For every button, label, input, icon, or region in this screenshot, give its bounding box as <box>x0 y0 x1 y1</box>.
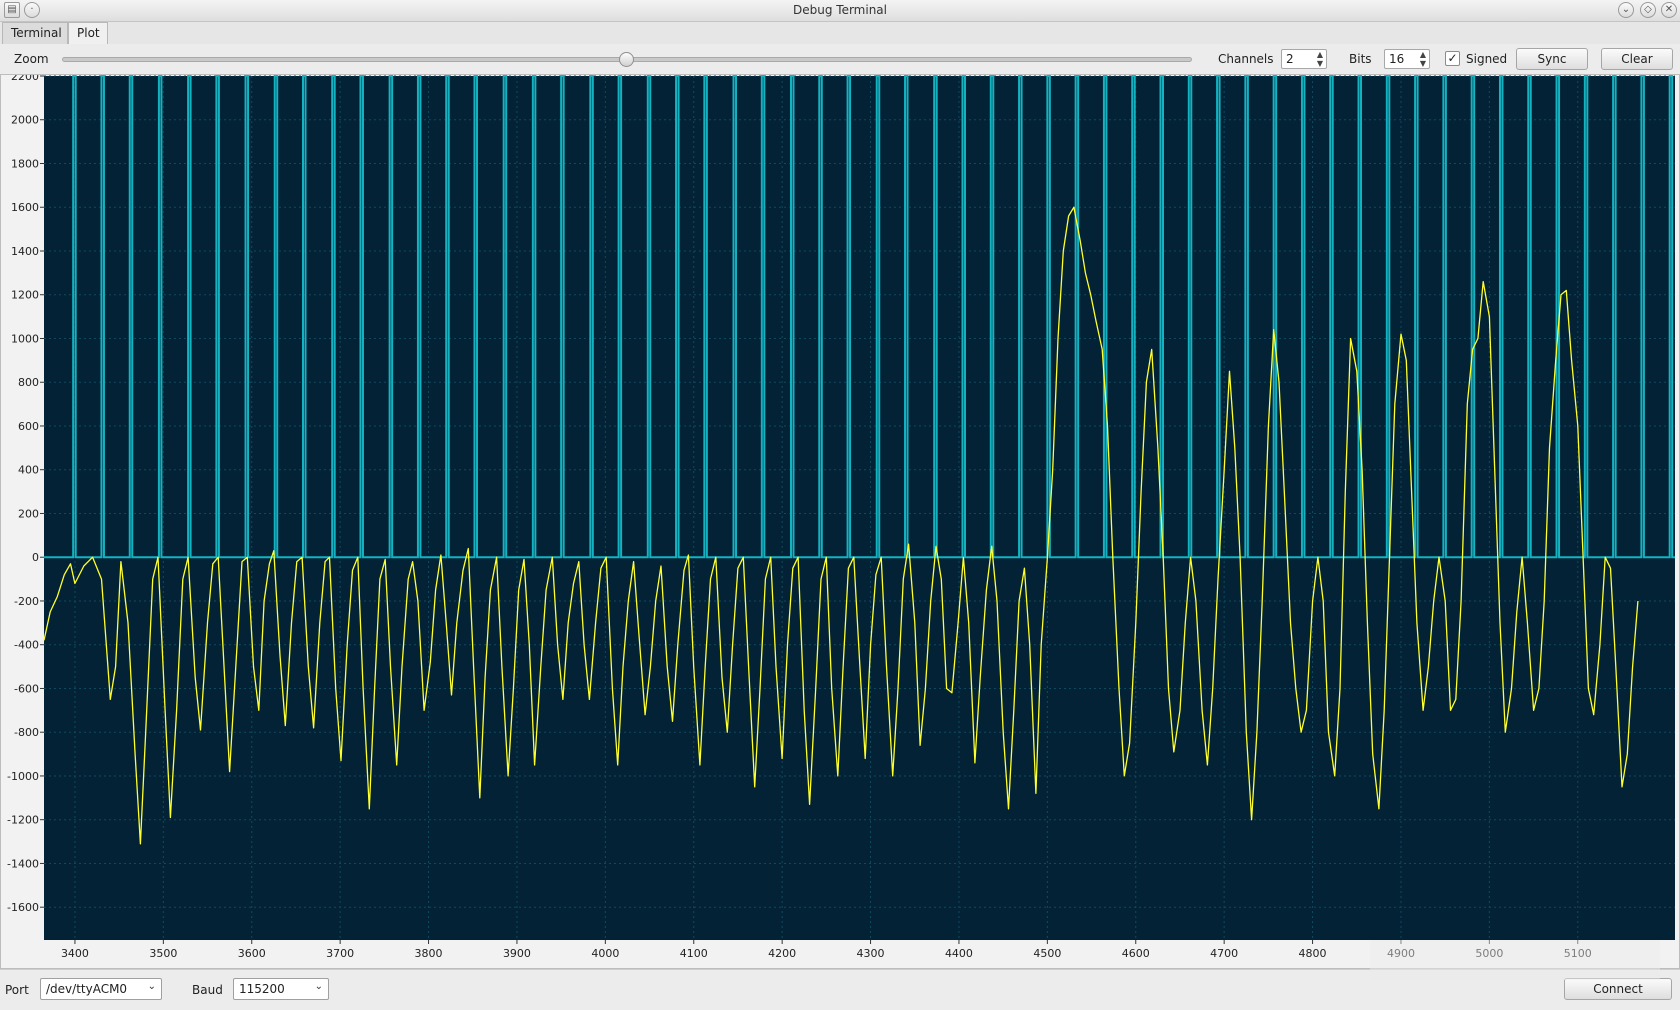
bits-label: Bits <box>1349 52 1372 66</box>
x-tick-label: 4100 <box>680 947 708 960</box>
clear-button[interactable]: Clear <box>1601 48 1673 70</box>
y-tick-label: 800 <box>18 376 39 389</box>
y-tick-label: 1600 <box>11 201 39 214</box>
tab-plot[interactable]: Plot <box>68 22 108 45</box>
y-tick-label: 2200 <box>11 75 39 83</box>
y-tick-label: -1600 <box>7 901 39 914</box>
y-tick-label: 1200 <box>11 289 39 302</box>
y-tick-label: 1800 <box>11 157 39 170</box>
maximize-icon[interactable]: ◇ <box>1640 2 1656 18</box>
x-tick-label: 3600 <box>238 947 266 960</box>
signed-checkbox[interactable]: ✓ <box>1445 51 1460 66</box>
y-tick-label: 1400 <box>11 245 39 258</box>
x-tick-label: 3800 <box>415 947 443 960</box>
x-tick-label: 3400 <box>61 947 89 960</box>
plot-background <box>44 76 1675 940</box>
x-tick-label: 3500 <box>149 947 177 960</box>
plot-toolbar: Zoom Channels 2 ▲ ▼ Bits 16 ▲ ▼ ✓ Signed S… <box>0 44 1680 74</box>
x-tick-label: 4300 <box>857 947 885 960</box>
chevron-down-icon: ⌄ <box>314 981 323 992</box>
x-tick-label: 4700 <box>1210 947 1238 960</box>
x-tick-label: 4200 <box>768 947 796 960</box>
y-tick-label: 2000 <box>11 114 39 127</box>
channels-spinbox[interactable]: 2 ▲ ▼ <box>1281 49 1327 69</box>
x-tick-label: 4400 <box>945 947 973 960</box>
baud-value: 115200 <box>239 982 285 996</box>
x-tick-label: 3700 <box>326 947 354 960</box>
y-tick-label: -600 <box>14 682 39 695</box>
window-title: Debug Terminal <box>793 3 887 17</box>
y-tick-label: 600 <box>18 420 39 433</box>
channels-label: Channels <box>1218 52 1274 66</box>
y-tick-label: -1000 <box>7 770 39 783</box>
y-tick-label: 400 <box>18 464 39 477</box>
y-tick-label: -400 <box>14 639 39 652</box>
y-tick-label: 0 <box>32 551 39 564</box>
port-value: /dev/ttyACM0 <box>46 982 128 996</box>
sync-button[interactable]: Sync <box>1516 48 1588 70</box>
plot-area: 2200 2000 1800 1600 1400 1200 1000 800 600 400 200… <box>0 70 1680 969</box>
title-bar: ▤ · Debug Terminal ⌄ ◇ ✕ <box>0 0 1680 22</box>
spin-arrows-icon[interactable]: ▲ ▼ <box>1420 50 1426 68</box>
spin-arrows-icon[interactable]: ▲ ▼ <box>1317 50 1323 68</box>
x-tick-label: 4600 <box>1122 947 1150 960</box>
x-tick-label: 3900 <box>503 947 531 960</box>
channels-value: 2 <box>1286 52 1294 66</box>
y-tick-label: 1000 <box>11 332 39 345</box>
y-tick-label: -1400 <box>7 857 39 870</box>
port-label: Port <box>5 983 29 997</box>
x-tick-label: 4500 <box>1033 947 1061 960</box>
baud-label: Baud <box>192 983 223 997</box>
x-tick-label: 4800 <box>1299 947 1327 960</box>
port-select[interactable]: /dev/ttyACM0 ⌄ <box>40 978 162 1000</box>
zoom-label: Zoom <box>14 52 49 66</box>
bits-spinbox[interactable]: 16 ▲ ▼ <box>1384 49 1430 69</box>
waveform-plot[interactable]: 2200200018001600140012001000800600400200… <box>1 70 1679 968</box>
bits-value: 16 <box>1389 52 1405 66</box>
chevron-down-icon[interactable]: ⌄ <box>1618 2 1634 18</box>
connect-button[interactable]: Connect <box>1564 978 1672 1000</box>
x-tick-label: 4000 <box>591 947 619 960</box>
y-tick-label: -200 <box>14 595 39 608</box>
checkmark-icon: ✓ <box>1447 51 1458 65</box>
notification-overlay <box>1370 940 1660 980</box>
baud-select[interactable]: 115200 ⌄ <box>233 978 329 1000</box>
close-icon[interactable]: ✕ <box>1661 2 1677 18</box>
chevron-down-icon: ⌄ <box>147 981 156 992</box>
zoom-slider-handle[interactable] <box>619 52 634 67</box>
tab-terminal[interactable]: Terminal <box>2 22 68 44</box>
y-tick-label: -1200 <box>7 814 39 827</box>
y-tick-label: -800 <box>14 726 39 739</box>
y-tick-label: 200 <box>18 507 39 520</box>
signed-label: Signed <box>1466 52 1508 66</box>
